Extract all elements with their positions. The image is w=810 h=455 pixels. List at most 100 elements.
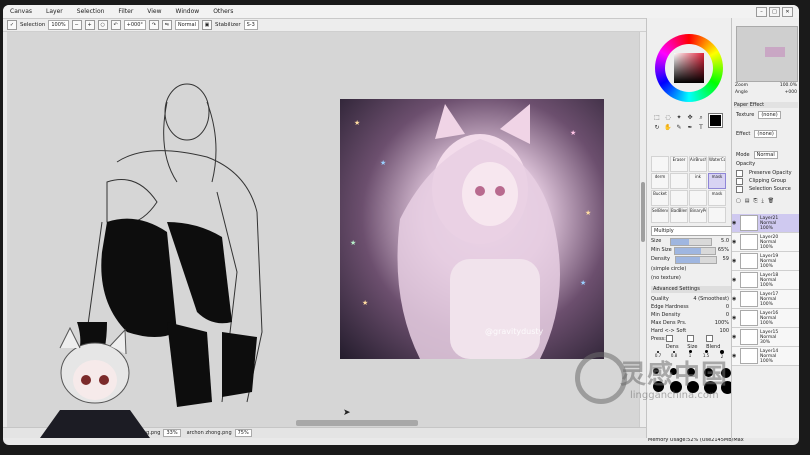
- brush-slot[interactable]: [651, 156, 669, 172]
- scroll-thumb[interactable]: [641, 182, 645, 242]
- pressure-size[interactable]: Size: [687, 335, 706, 350]
- brush-slot[interactable]: mask: [708, 190, 726, 206]
- brush-slot[interactable]: AirBrush: [689, 156, 707, 172]
- maximize-icon[interactable]: □: [769, 7, 780, 17]
- menu-item-filter[interactable]: Filter: [111, 8, 140, 15]
- magic-wand-icon[interactable]: ✦: [675, 114, 683, 122]
- pen-icon[interactable]: ✒: [686, 124, 694, 132]
- advanced-settings-header[interactable]: Advanced Settings: [651, 286, 731, 293]
- shape-select[interactable]: (simple circle): [651, 265, 729, 273]
- preserve-opacity-checkbox[interactable]: Preserve Opacity: [736, 169, 798, 177]
- texture-select[interactable]: (no texture): [651, 274, 729, 282]
- brush-blend-select[interactable]: Multiply: [651, 226, 733, 236]
- delete-layer-icon[interactable]: 🗑: [768, 198, 774, 204]
- pressure-row[interactable]: Press: Dens Size Blend: [651, 335, 729, 350]
- pressure-blend[interactable]: Blend: [706, 335, 729, 350]
- menu-item-window[interactable]: Window: [169, 8, 207, 15]
- brush-slot[interactable]: [670, 173, 688, 189]
- hard-soft-row[interactable]: Hard <-> Soft 100: [651, 327, 729, 335]
- color-wheel[interactable]: [655, 34, 723, 102]
- brush-slot[interactable]: WaterCo: [708, 156, 726, 172]
- opacity-row[interactable]: Opacity: [736, 160, 798, 168]
- quality-value[interactable]: 4 (Smoothest): [693, 295, 729, 303]
- layer-row[interactable]: ◉ Layer19 Normal 100%: [732, 252, 799, 271]
- copy-layer-icon[interactable]: ⎘: [753, 198, 757, 204]
- layer-row[interactable]: ◉ Layer20 Normal 100%: [732, 233, 799, 252]
- text-icon[interactable]: T: [697, 124, 705, 132]
- min-size-slider[interactable]: [673, 247, 716, 255]
- foreground-color-swatch[interactable]: [709, 114, 722, 127]
- rotate-right-icon[interactable]: ↷: [148, 20, 159, 30]
- layer-row[interactable]: ◉ Layer17 Normal 100%: [732, 290, 799, 309]
- pressure-density[interactable]: Dens: [665, 335, 687, 350]
- brush-slot-selected[interactable]: mask: [708, 173, 726, 189]
- blend-field[interactable]: Normal: [174, 20, 199, 30]
- layer-row[interactable]: ◉ Layer15 Normal 30%: [732, 328, 799, 347]
- layer-row[interactable]: ◉ Layer16 Normal 100%: [732, 309, 799, 328]
- menu-item-others[interactable]: Others: [206, 8, 240, 15]
- eye-icon[interactable]: ◉: [732, 334, 738, 340]
- zoom-out-icon[interactable]: −: [71, 20, 82, 30]
- brush-slot[interactable]: [708, 207, 726, 223]
- mode-select[interactable]: Normal: [753, 151, 778, 159]
- brush-slot[interactable]: [689, 190, 707, 206]
- zoom-field[interactable]: 100%: [48, 20, 69, 30]
- stabilizer-field[interactable]: S-3: [243, 20, 258, 30]
- move-icon[interactable]: ✥: [686, 114, 694, 122]
- brush-size-row[interactable]: Size 5.0: [651, 237, 729, 246]
- selection-source-checkbox[interactable]: Selection Source: [736, 185, 798, 193]
- zoom-icon[interactable]: ⌕: [697, 114, 705, 122]
- density-slider[interactable]: [675, 256, 718, 264]
- edge-hardness-row[interactable]: Edge Hardness 0: [651, 303, 729, 311]
- brush-slot[interactable]: derm: [651, 173, 669, 189]
- horizontal-scrollbar[interactable]: [296, 420, 418, 426]
- texture-row[interactable]: Texture (none): [736, 111, 798, 119]
- min-density-row[interactable]: Min Density 0: [651, 311, 729, 319]
- eye-icon[interactable]: ◉: [732, 239, 738, 245]
- selection-checkbox[interactable]: ✓: [7, 20, 17, 30]
- doc-tab[interactable]: archon zhong.png 75%: [187, 429, 252, 437]
- eye-icon[interactable]: ◉: [732, 315, 738, 321]
- paper-effect-header[interactable]: Paper Effect: [734, 102, 798, 108]
- merge-layer-icon[interactable]: ⤓: [761, 198, 763, 204]
- minimize-icon[interactable]: –: [756, 7, 767, 17]
- color-square[interactable]: [674, 53, 704, 83]
- lasso-icon[interactable]: ◌: [664, 114, 672, 122]
- menu-item-canvas[interactable]: Canvas: [3, 8, 39, 15]
- clipping-group-checkbox[interactable]: Clipping Group: [736, 177, 798, 185]
- brush-slot[interactable]: Bucket: [651, 190, 669, 206]
- quality-row[interactable]: Quality 4 (Smoothest): [651, 295, 729, 303]
- layer-row[interactable]: ◉ Layer21 Normal 100%: [732, 214, 799, 233]
- rotate-left-icon[interactable]: ↶: [110, 20, 121, 30]
- new-layer-icon[interactable]: ▢: [736, 198, 741, 204]
- hand-icon[interactable]: ✋: [664, 124, 672, 132]
- angle-field[interactable]: +000°: [123, 20, 146, 30]
- effect-row[interactable]: Effect (none): [736, 130, 798, 138]
- navigator-preview[interactable]: [736, 26, 798, 82]
- brush-slot[interactable]: BinaryPe: [689, 207, 707, 223]
- max-dens-row[interactable]: Max Dens Prs. 100%: [651, 319, 729, 327]
- menu-item-selection[interactable]: Selection: [70, 8, 112, 15]
- close-icon[interactable]: ✕: [782, 7, 793, 17]
- menu-item-view[interactable]: View: [140, 8, 168, 15]
- effect-select[interactable]: (none): [754, 130, 777, 138]
- min-size-row[interactable]: Min Size 65%: [651, 246, 729, 255]
- texture-select[interactable]: (none): [758, 111, 781, 119]
- flip-icon[interactable]: ⇋: [161, 20, 172, 30]
- eye-icon[interactable]: ◉: [732, 296, 738, 302]
- rect-select-icon[interactable]: ⬚: [653, 114, 661, 122]
- navigator-zoom[interactable]: Zoom 100.0%: [735, 83, 797, 89]
- layer-row[interactable]: ◉ Layer18 Normal 100%: [732, 271, 799, 290]
- lock-icon[interactable]: ▣: [201, 20, 212, 30]
- mode-row[interactable]: Mode Normal: [736, 151, 798, 159]
- eyedropper-icon[interactable]: ✎: [675, 124, 683, 132]
- zoom-reset-icon[interactable]: ○: [97, 20, 108, 30]
- menu-item-layer[interactable]: Layer: [39, 8, 70, 15]
- eye-icon[interactable]: ◉: [732, 277, 738, 283]
- brush-slot[interactable]: Eraser: [670, 156, 688, 172]
- eye-icon[interactable]: ◉: [732, 258, 738, 264]
- rotate-icon[interactable]: ↻: [653, 124, 661, 132]
- zoom-in-icon[interactable]: +: [84, 20, 95, 30]
- brush-slot[interactable]: BadBlen: [670, 207, 688, 223]
- eye-icon[interactable]: ◉: [732, 220, 738, 226]
